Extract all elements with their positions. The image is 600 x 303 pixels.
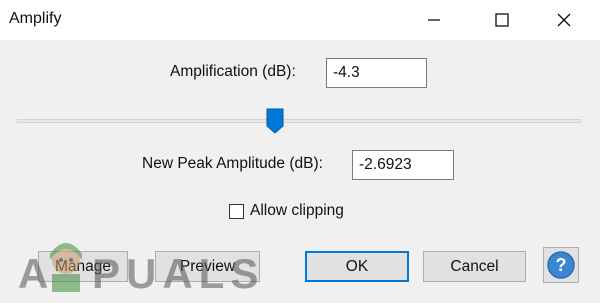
allow-clipping-label[interactable]: Allow clipping xyxy=(250,202,344,220)
svg-text:?: ? xyxy=(556,255,567,275)
cancel-button[interactable]: Cancel xyxy=(423,251,526,282)
amplification-slider-thumb[interactable] xyxy=(265,108,285,134)
new-peak-amplitude-label: New Peak Amplitude (dB): xyxy=(142,155,323,172)
preview-button[interactable]: Preview xyxy=(155,251,260,282)
ok-button[interactable]: OK xyxy=(305,251,409,282)
amplification-label: Amplification (dB): xyxy=(170,63,296,80)
amplification-slider-track[interactable] xyxy=(17,119,581,123)
window-title: Amplify xyxy=(9,10,62,27)
title-bar: Amplify xyxy=(0,0,600,41)
new-peak-amplitude-input[interactable] xyxy=(352,150,454,180)
maximize-icon xyxy=(495,13,509,27)
allow-clipping-row[interactable]: Allow clipping xyxy=(229,201,344,221)
amplification-input[interactable] xyxy=(326,58,427,88)
help-button[interactable]: ? xyxy=(543,247,579,283)
maximize-button[interactable] xyxy=(478,0,526,40)
manage-button[interactable]: Manage xyxy=(38,251,128,282)
dialog-body: Amplification (dB): New Peak Amplitude (… xyxy=(0,40,600,303)
close-icon xyxy=(557,13,571,27)
allow-clipping-checkbox[interactable] xyxy=(229,203,244,219)
close-button[interactable] xyxy=(540,0,588,40)
minimize-icon xyxy=(428,19,440,21)
minimize-button[interactable] xyxy=(410,0,458,40)
